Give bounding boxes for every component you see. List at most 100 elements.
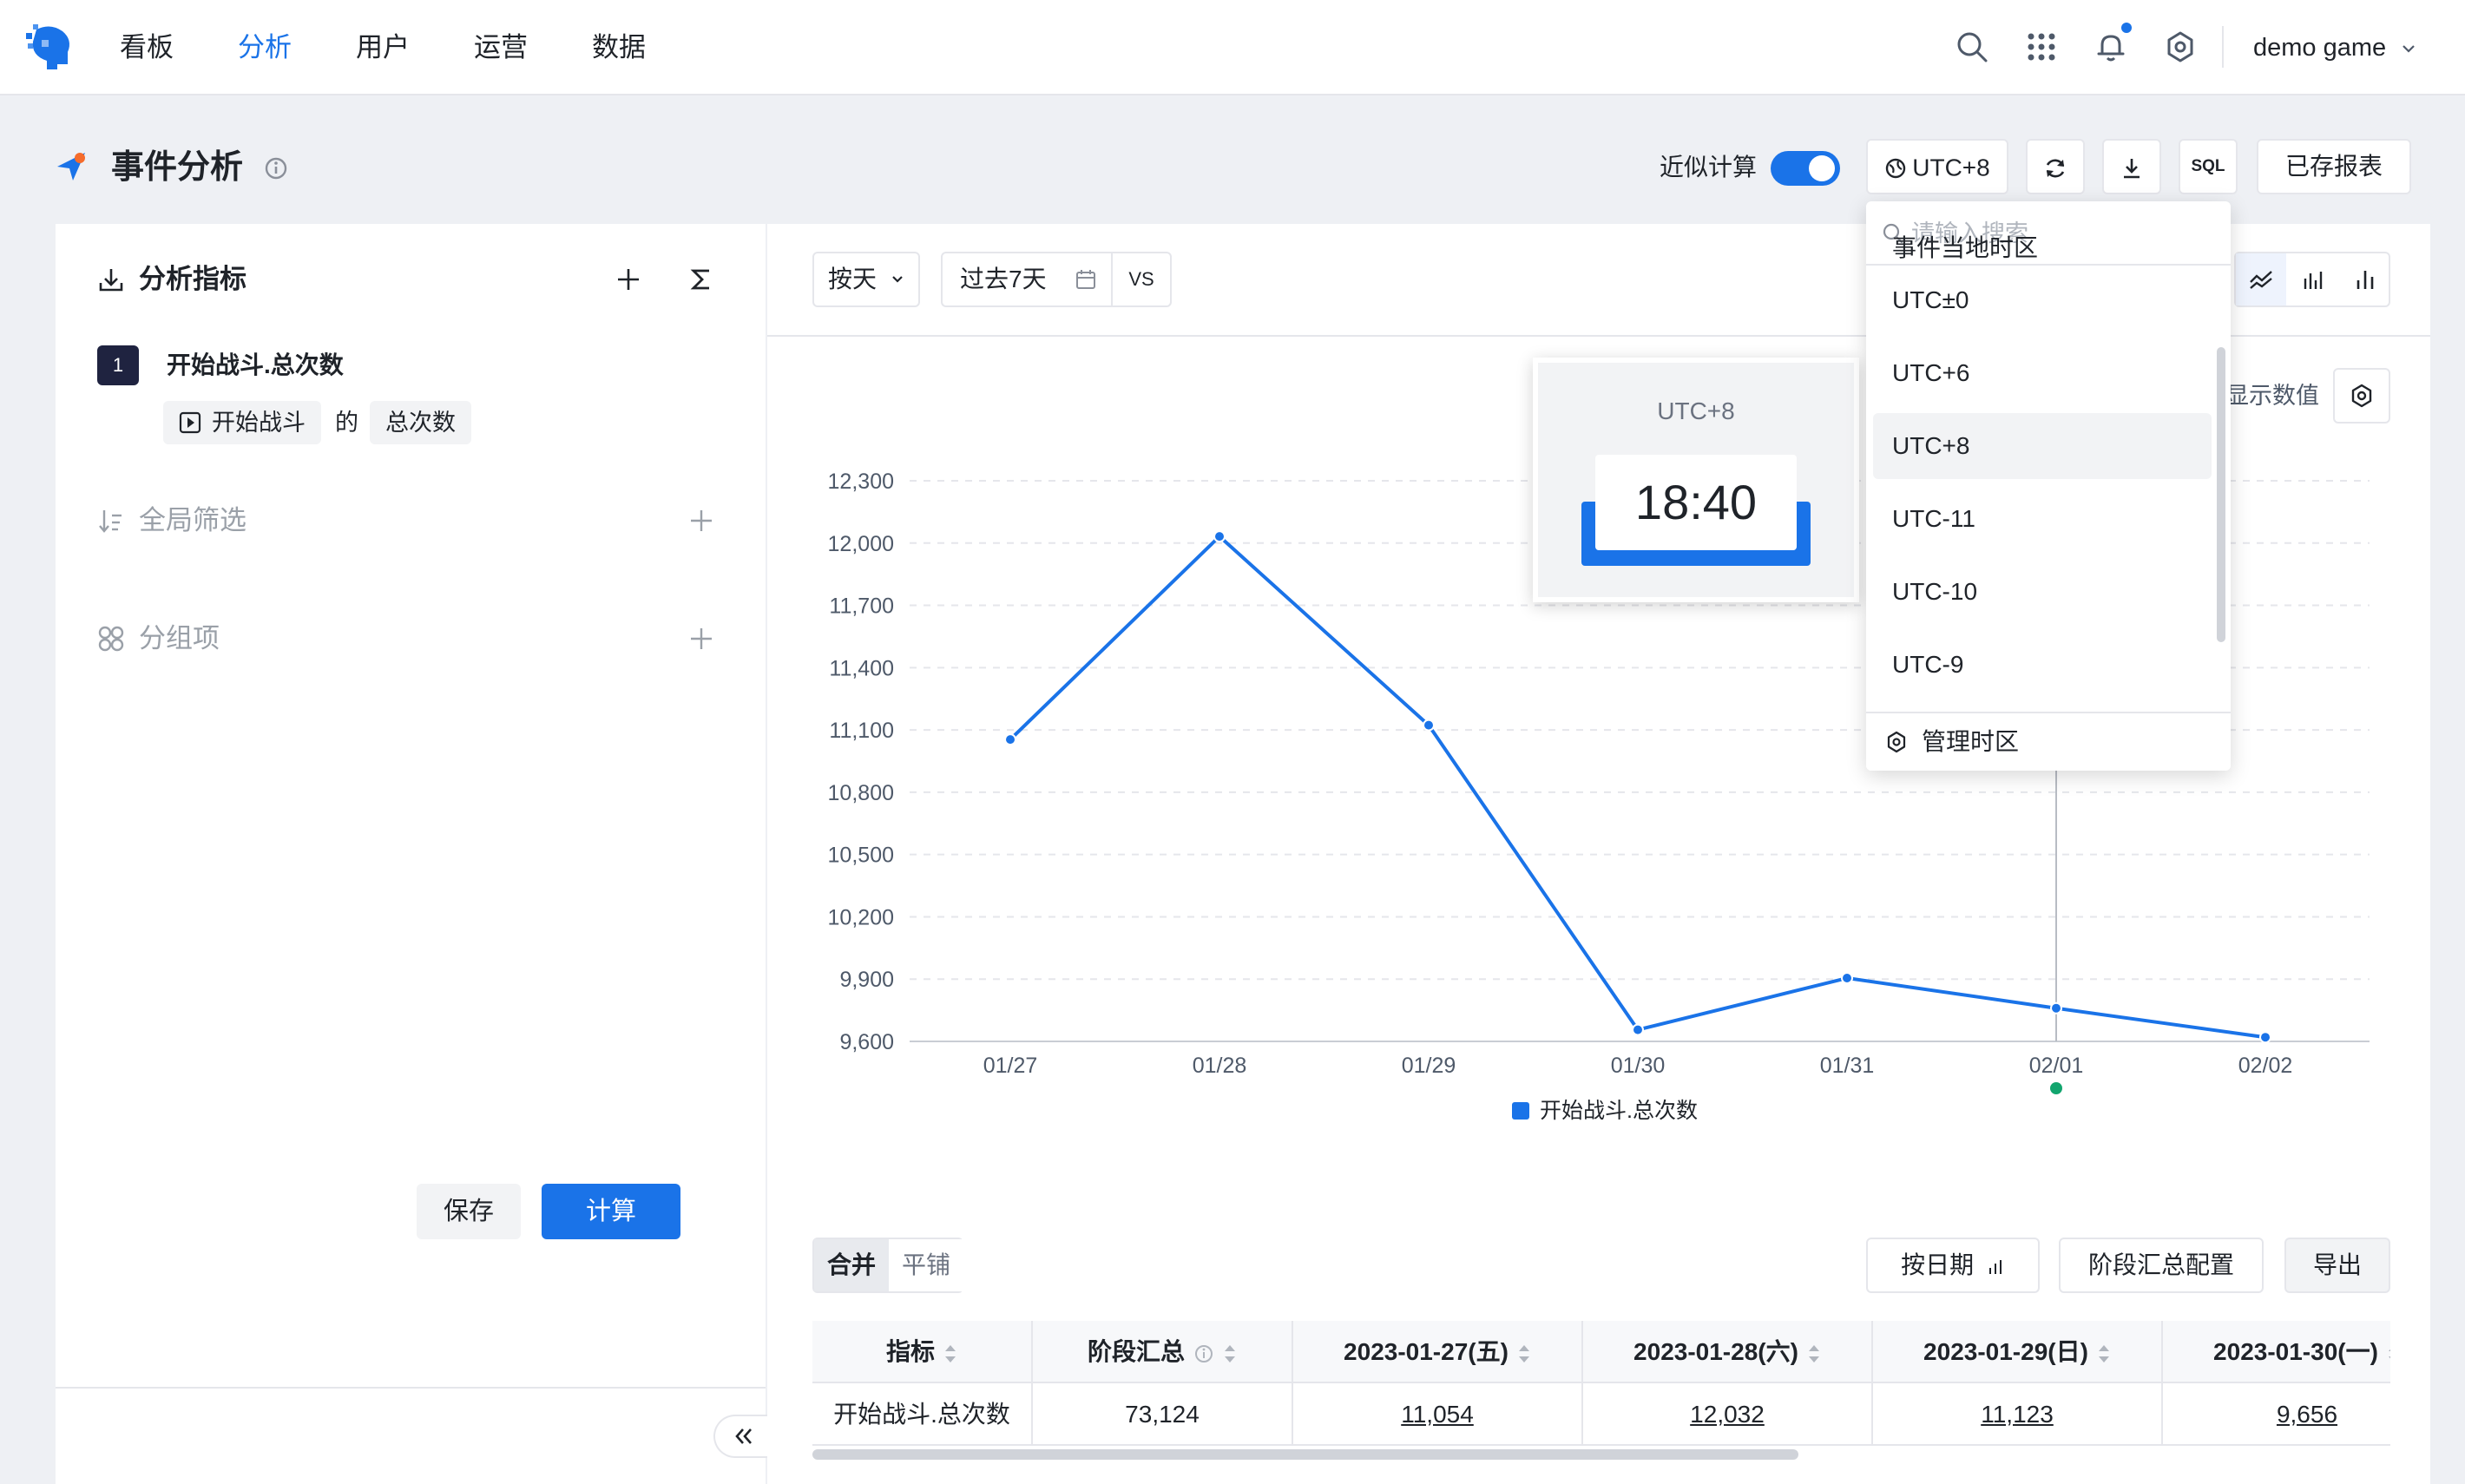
global-filter-title: 全局筛选 <box>139 505 246 535</box>
metric-name[interactable]: 开始战斗.总次数 <box>167 345 344 385</box>
sort-icon <box>2378 1338 2390 1365</box>
y-tick-label: 12,300 <box>828 469 894 494</box>
legend-swatch <box>1512 1102 1529 1120</box>
nav-item-data[interactable]: 数据 <box>592 26 646 69</box>
nav-item-users[interactable]: 用户 <box>356 26 410 69</box>
x-tick-label: 01/28 <box>1193 1054 1247 1078</box>
data-point <box>2050 1001 2062 1015</box>
save-button[interactable]: 保存 <box>417 1184 521 1239</box>
sort-icon <box>1214 1338 1237 1365</box>
globe-icon <box>1886 158 1906 178</box>
summary-config-button[interactable]: 阶段汇总配置 <box>2059 1238 2264 1293</box>
export-button[interactable]: 导出 <box>2284 1238 2390 1293</box>
notification-badge <box>2121 23 2132 33</box>
compute-button[interactable]: 计算 <box>542 1184 680 1239</box>
event-chip[interactable]: 开始战斗 <box>163 401 321 444</box>
column-header-date[interactable]: 2023-01-29(日) <box>1873 1321 2163 1383</box>
sort-icon <box>1798 1338 1821 1365</box>
scrollbar-thumb[interactable] <box>812 1449 1798 1460</box>
timezone-option[interactable]: UTC±0 <box>1873 267 2212 333</box>
group-icon <box>98 626 124 652</box>
x-tick-label: 02/02 <box>2238 1054 2293 1078</box>
x-tick-label: 01/29 <box>1402 1054 1456 1078</box>
group-by-title: 分组项 <box>139 623 220 653</box>
search-icon[interactable] <box>1955 30 1989 64</box>
event-name: 开始战斗 <box>212 410 306 436</box>
event-icon <box>179 411 201 434</box>
sort-icon <box>2088 1338 2111 1365</box>
timezone-option[interactable]: UTC-10 <box>1873 559 2212 625</box>
left-config-panel: 分析指标 1 开始战斗.总次数 开始战斗 的 总次数 全局筛选 分组项 <box>56 224 766 1484</box>
table-cell-value[interactable]: 9,656 <box>2163 1383 2390 1446</box>
saved-reports-button[interactable]: 已存报表 <box>2257 139 2411 194</box>
time-tooltip-card: UTC+8 18:40 <box>1533 358 1859 602</box>
x-tick-label: 01/27 <box>983 1054 1038 1078</box>
info-icon[interactable] <box>264 156 288 181</box>
nav-item-analysis[interactable]: 分析 <box>238 26 292 69</box>
brain-logo-icon[interactable] <box>24 21 76 73</box>
y-tick-label: 9,600 <box>839 1030 894 1054</box>
info-icon <box>1185 1338 1214 1365</box>
refresh-icon <box>2046 159 2065 178</box>
merge-view-option[interactable]: 合并 <box>814 1239 889 1291</box>
nav-item-operations[interactable]: 运营 <box>474 26 528 69</box>
table-cell-value[interactable]: 12,032 <box>1583 1383 1873 1446</box>
y-tick-label: 10,800 <box>828 781 894 805</box>
column-header-date[interactable]: 2023-01-27(五) <box>1293 1321 1583 1383</box>
timezone-options-list: 事件当地时区 UTC±0 UTC+6 UTC+8 UTC-11 UTC-10 U… <box>1866 234 2231 771</box>
timezone-button[interactable]: UTC+8 <box>1866 139 2008 194</box>
refresh-button[interactable] <box>2026 139 2085 194</box>
y-tick-label: 10,200 <box>828 905 894 929</box>
timezone-option-selected[interactable]: UTC+8 <box>1873 413 2212 479</box>
measure-chip[interactable]: 总次数 <box>370 401 471 444</box>
sql-button[interactable]: SQL <box>2179 139 2238 194</box>
timezone-label: UTC+8 <box>1912 154 1990 181</box>
sort-icon <box>935 1338 957 1365</box>
apps-grid-icon[interactable] <box>2024 30 2059 64</box>
column-header-metric[interactable]: 指标 <box>812 1321 1033 1383</box>
timezone-option[interactable]: UTC+6 <box>1873 340 2212 406</box>
table-cell-metric: 开始战斗.总次数 <box>812 1383 1033 1446</box>
by-date-label: 按日期 <box>1901 1251 1975 1278</box>
add-group-icon[interactable] <box>687 625 715 653</box>
column-header-date[interactable]: 2023-01-30(一) <box>2163 1321 2390 1383</box>
table-cell-summary: 73,124 <box>1033 1383 1293 1446</box>
y-tick-label: 12,000 <box>828 532 894 556</box>
manage-timezone-button[interactable]: 管理时区 <box>1866 712 2231 771</box>
approx-calc-toggle[interactable] <box>1771 151 1840 186</box>
gear-icon[interactable] <box>2163 30 2198 64</box>
table-cell-value[interactable]: 11,123 <box>1873 1383 2163 1446</box>
nav-item-dashboard[interactable]: 看板 <box>120 26 174 69</box>
toggle-knob <box>1809 155 1835 181</box>
gear-icon <box>1887 731 1906 753</box>
by-date-button[interactable]: 按日期 <box>1866 1238 2040 1293</box>
sort-bars-icon <box>1988 1259 2002 1274</box>
chevron-down-icon <box>2403 45 2415 53</box>
sort-icon <box>1509 1338 1531 1365</box>
column-header-summary[interactable]: 阶段汇总 <box>1033 1321 1293 1383</box>
dropdown-scrollbar[interactable] <box>2217 347 2225 642</box>
top-navigation: 看板 分析 用户 运营 数据 demo game <box>0 0 2465 95</box>
collapse-panel-button[interactable] <box>713 1415 771 1458</box>
project-selector[interactable]: demo game <box>2253 26 2417 69</box>
rocket-icon <box>57 153 85 181</box>
column-header-date[interactable]: 2023-01-28(六) <box>1583 1321 1873 1383</box>
add-filter-icon[interactable] <box>687 507 715 535</box>
download-button[interactable] <box>2102 139 2161 194</box>
approx-calc-label: 近似计算 <box>1660 154 1758 181</box>
add-metric-icon[interactable] <box>615 266 642 293</box>
tile-view-option[interactable]: 平铺 <box>889 1239 963 1291</box>
sigma-icon[interactable] <box>687 266 715 293</box>
timezone-option[interactable]: UTC-11 <box>1873 486 2212 552</box>
manage-timezone-label: 管理时区 <box>1922 728 2020 755</box>
y-tick-label: 10,500 <box>828 844 894 868</box>
table-horizontal-scrollbar[interactable] <box>812 1449 2390 1460</box>
project-name: demo game <box>2253 34 2387 62</box>
x-tick-label: 01/30 <box>1611 1054 1666 1078</box>
bell-icon[interactable] <box>2094 30 2128 64</box>
timezone-option[interactable]: UTC-9 <box>1873 632 2212 698</box>
table-cell-value[interactable]: 11,054 <box>1293 1383 1583 1446</box>
metrics-icon <box>99 269 123 292</box>
data-point <box>1632 1023 1644 1036</box>
x-tick-label: 02/01 <box>2029 1054 2084 1078</box>
